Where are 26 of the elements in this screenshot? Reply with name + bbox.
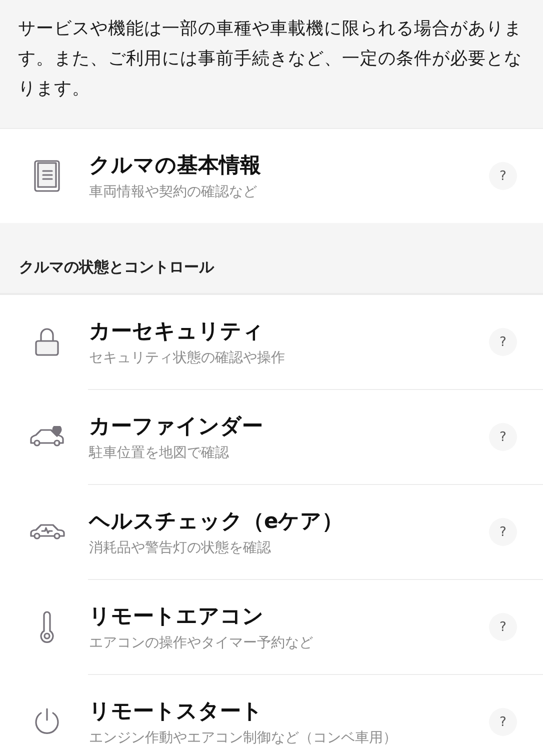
help-button[interactable]: ? bbox=[489, 423, 517, 451]
item-description: エアコンの操作やタイマー予約など bbox=[89, 634, 314, 652]
help-button[interactable]: ? bbox=[489, 328, 517, 356]
item-title: クルマの基本情報 bbox=[89, 152, 262, 179]
car-location-icon bbox=[29, 426, 65, 448]
item-description: エンジン作動やエアコン制御など（コンベ車用） bbox=[89, 729, 398, 747]
section-heading: クルマの状態とコントロール bbox=[19, 258, 214, 277]
thermometer-icon bbox=[39, 611, 55, 643]
notice-text: サービスや機能は一部の車種や車載機に限られる場合があります。また、ご利用には事前手続きなど、一定の条件が必要となります。 bbox=[18, 19, 522, 99]
help-button[interactable]: ? bbox=[489, 518, 517, 546]
item-description: 消耗品や警告灯の状態を確認 bbox=[89, 539, 272, 557]
item-title: カーファインダー bbox=[89, 413, 264, 440]
help-button[interactable]: ? bbox=[489, 613, 517, 641]
document-icon bbox=[34, 160, 60, 192]
item-description: 車両情報や契約の確認など bbox=[89, 183, 258, 201]
item-title: リモートエアコン bbox=[89, 603, 265, 630]
item-title: カーセキュリティ bbox=[89, 318, 265, 345]
item-title: ヘルスチェック（eケア） bbox=[89, 508, 344, 535]
car-heartbeat-icon bbox=[29, 523, 65, 541]
item-title: リモートスタート bbox=[89, 698, 264, 725]
help-button[interactable]: ? bbox=[489, 162, 517, 190]
help-button[interactable]: ? bbox=[489, 708, 517, 736]
power-icon bbox=[32, 707, 62, 737]
item-description: 駐車位置を地図で確認 bbox=[89, 444, 230, 462]
item-description: セキュリティ状態の確認や操作 bbox=[89, 349, 286, 367]
lock-icon bbox=[34, 327, 60, 357]
